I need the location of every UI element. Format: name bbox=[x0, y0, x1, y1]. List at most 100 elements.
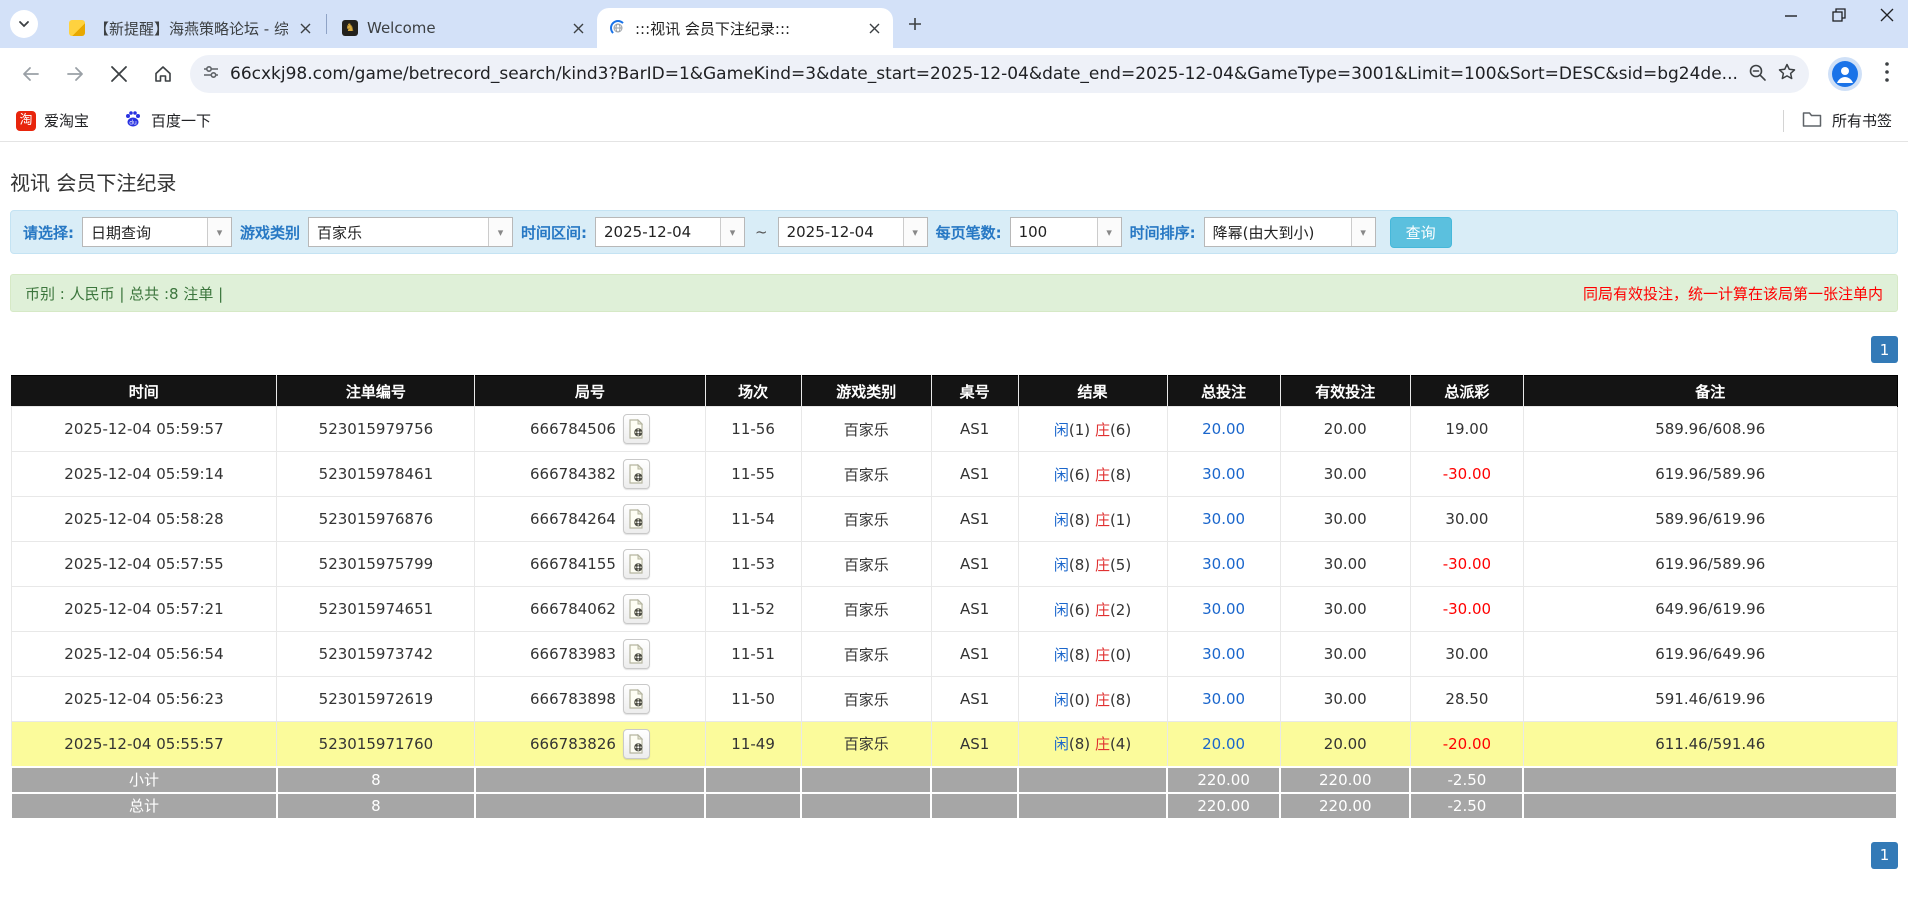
page-size-value: 100 bbox=[1018, 223, 1048, 241]
result-cell: 闲(0) 庄(8) bbox=[1017, 676, 1168, 722]
chevron-down-icon[interactable]: ▾ bbox=[207, 218, 231, 246]
zoom-out-icon[interactable] bbox=[1748, 63, 1767, 86]
tab-search-button[interactable] bbox=[10, 10, 38, 38]
bet-time-cell: 2025-12-04 05:56:54 bbox=[10, 631, 278, 677]
forum-favicon-icon bbox=[68, 19, 86, 37]
total-bet-link[interactable]: 20.00 bbox=[1202, 735, 1245, 753]
result-cell: 闲(8) 庄(0) bbox=[1017, 631, 1168, 677]
bet-time-cell: 2025-12-04 05:59:57 bbox=[10, 406, 278, 452]
sort-select[interactable]: 降幂(由大到小) ▾ bbox=[1203, 217, 1376, 247]
video-replay-icon[interactable] bbox=[622, 728, 650, 759]
close-icon[interactable] bbox=[296, 19, 314, 37]
subtotal-row-cell bbox=[800, 765, 933, 794]
total-row-cell bbox=[1522, 791, 1898, 820]
url-text[interactable]: 66cxkj98.com/game/betrecord_search/kind3… bbox=[230, 64, 1738, 84]
chevron-down-icon[interactable]: ▾ bbox=[720, 218, 745, 246]
game-kind-select[interactable]: 百家乐 ▾ bbox=[308, 217, 514, 247]
restore-button[interactable] bbox=[1832, 8, 1846, 22]
player-result: 闲 bbox=[1053, 600, 1069, 619]
chevron-down-icon[interactable]: ▾ bbox=[1096, 218, 1121, 246]
query-type-select[interactable]: 日期查询 ▾ bbox=[82, 217, 232, 247]
video-replay-icon[interactable] bbox=[622, 414, 650, 444]
close-icon[interactable] bbox=[569, 19, 587, 37]
browser-tab-forum[interactable]: 【新提醒】海燕策略论坛 - 综合 bbox=[56, 8, 324, 48]
close-window-button[interactable] bbox=[1880, 8, 1894, 22]
total-bet-link[interactable]: 30.00 bbox=[1202, 465, 1245, 483]
stop-loading-button[interactable] bbox=[102, 57, 136, 91]
site-settings-icon[interactable] bbox=[202, 63, 220, 85]
all-bookmarks-button[interactable]: 所有书签 bbox=[1832, 110, 1892, 131]
session-cell: 11-49 bbox=[704, 721, 802, 767]
column-header: 游戏类别 bbox=[801, 375, 932, 407]
subtotal-row-cell bbox=[930, 765, 1020, 794]
video-replay-icon[interactable] bbox=[622, 594, 650, 624]
video-replay-icon[interactable] bbox=[622, 504, 650, 534]
date-end-value: 2025-12-04 bbox=[786, 223, 874, 241]
video-replay-icon[interactable] bbox=[622, 459, 650, 489]
browser-menu-icon[interactable] bbox=[1884, 61, 1890, 87]
player-result: 闲 bbox=[1053, 420, 1069, 439]
game-kind-label: 游戏类别 bbox=[240, 223, 301, 242]
payout-cell: 28.50 bbox=[1409, 676, 1524, 722]
sort-label: 时间排序: bbox=[1129, 223, 1196, 242]
chevron-down-icon[interactable]: ▾ bbox=[902, 218, 927, 246]
bookmark-baidu[interactable]: du 百度一下 bbox=[123, 109, 211, 133]
browser-tab-strip: 【新提醒】海燕策略论坛 - 综合 ♞ Welcome :::视讯 会员下注纪录:… bbox=[0, 0, 1908, 48]
total-bet-link[interactable]: 30.00 bbox=[1202, 510, 1245, 528]
page-size-select[interactable]: 100 ▾ bbox=[1009, 217, 1122, 247]
total-bet-link[interactable]: 30.00 bbox=[1202, 690, 1245, 708]
bookmark-star-icon[interactable] bbox=[1777, 62, 1797, 86]
filter-bar: 请选择: 日期查询 ▾ 游戏类别 百家乐 ▾ 时间区间: 2025-12-04 … bbox=[10, 210, 1898, 254]
payout-cell: 30.00 bbox=[1409, 496, 1524, 542]
valid-bet-cell: 30.00 bbox=[1279, 541, 1411, 587]
profile-avatar[interactable] bbox=[1828, 57, 1862, 91]
column-header: 局号 bbox=[474, 375, 706, 407]
loading-spinner-icon bbox=[609, 19, 627, 37]
payout-cell: -30.00 bbox=[1409, 586, 1524, 632]
summary-info-bar: 币别 : 人民币 | 总共 :8 注单 | 同局有效投注，统一计算在该局第一张注… bbox=[10, 274, 1898, 312]
total-bet-link[interactable]: 30.00 bbox=[1202, 555, 1245, 573]
home-button[interactable] bbox=[146, 57, 180, 91]
date-start-select[interactable]: 2025-12-04 ▾ bbox=[595, 217, 746, 247]
column-header: 桌号 bbox=[931, 375, 1019, 407]
total-row-cell bbox=[800, 791, 933, 820]
close-icon[interactable] bbox=[865, 19, 883, 37]
search-button[interactable]: 查询 bbox=[1389, 216, 1452, 248]
total-bet-cell: 20.00 bbox=[1166, 406, 1281, 452]
valid-bet-cell: 20.00 bbox=[1279, 406, 1411, 452]
video-replay-icon[interactable] bbox=[622, 684, 650, 714]
total-bet-cell: 30.00 bbox=[1166, 541, 1281, 587]
bet-id-cell: 523015974651 bbox=[276, 586, 476, 632]
total-bet-cell: 20.00 bbox=[1166, 721, 1281, 767]
chevron-down-icon[interactable]: ▾ bbox=[1350, 218, 1375, 246]
address-bar[interactable]: 66cxkj98.com/game/betrecord_search/kind3… bbox=[190, 55, 1809, 93]
chevron-down-icon[interactable]: ▾ bbox=[488, 218, 513, 246]
bookmark-aitaobao[interactable]: 淘 爱淘宝 bbox=[16, 110, 89, 131]
page-1-button[interactable]: 1 bbox=[1871, 841, 1898, 869]
total-bet-link[interactable]: 30.00 bbox=[1202, 600, 1245, 618]
total-bet-link[interactable]: 30.00 bbox=[1202, 645, 1245, 663]
subtotal-row-cell bbox=[1017, 765, 1169, 794]
valid-bet-cell: 20.00 bbox=[1279, 721, 1411, 767]
browser-tab-welcome[interactable]: ♞ Welcome bbox=[329, 8, 597, 48]
table-row: 2025-12-04 05:57:55 523015975799 666784155… bbox=[10, 541, 1898, 587]
total-bet-link[interactable]: 20.00 bbox=[1202, 420, 1245, 438]
video-replay-icon[interactable] bbox=[622, 639, 650, 669]
back-button[interactable] bbox=[14, 57, 48, 91]
round-number: 666783826 bbox=[530, 734, 616, 753]
video-replay-icon[interactable] bbox=[622, 549, 650, 579]
bet-time-cell: 2025-12-04 05:58:28 bbox=[10, 496, 278, 542]
new-tab-button[interactable] bbox=[901, 10, 929, 38]
valid-bet-cell: 30.00 bbox=[1279, 676, 1411, 722]
minimize-button[interactable] bbox=[1784, 8, 1798, 22]
session-cell: 11-52 bbox=[704, 586, 802, 632]
browser-tab-betrecord-active[interactable]: :::视讯 会员下注纪录::: bbox=[597, 8, 893, 48]
page-size-label: 每页笔数: bbox=[935, 223, 1002, 242]
bet-id-cell: 523015976876 bbox=[276, 496, 476, 542]
date-end-select[interactable]: 2025-12-04 ▾ bbox=[777, 217, 928, 247]
banker-result: 庄 bbox=[1094, 690, 1110, 709]
round-number: 666784062 bbox=[530, 600, 616, 618]
page-1-button[interactable]: 1 bbox=[1871, 336, 1898, 363]
round-number: 666783898 bbox=[530, 690, 616, 708]
forward-button[interactable] bbox=[58, 57, 92, 91]
